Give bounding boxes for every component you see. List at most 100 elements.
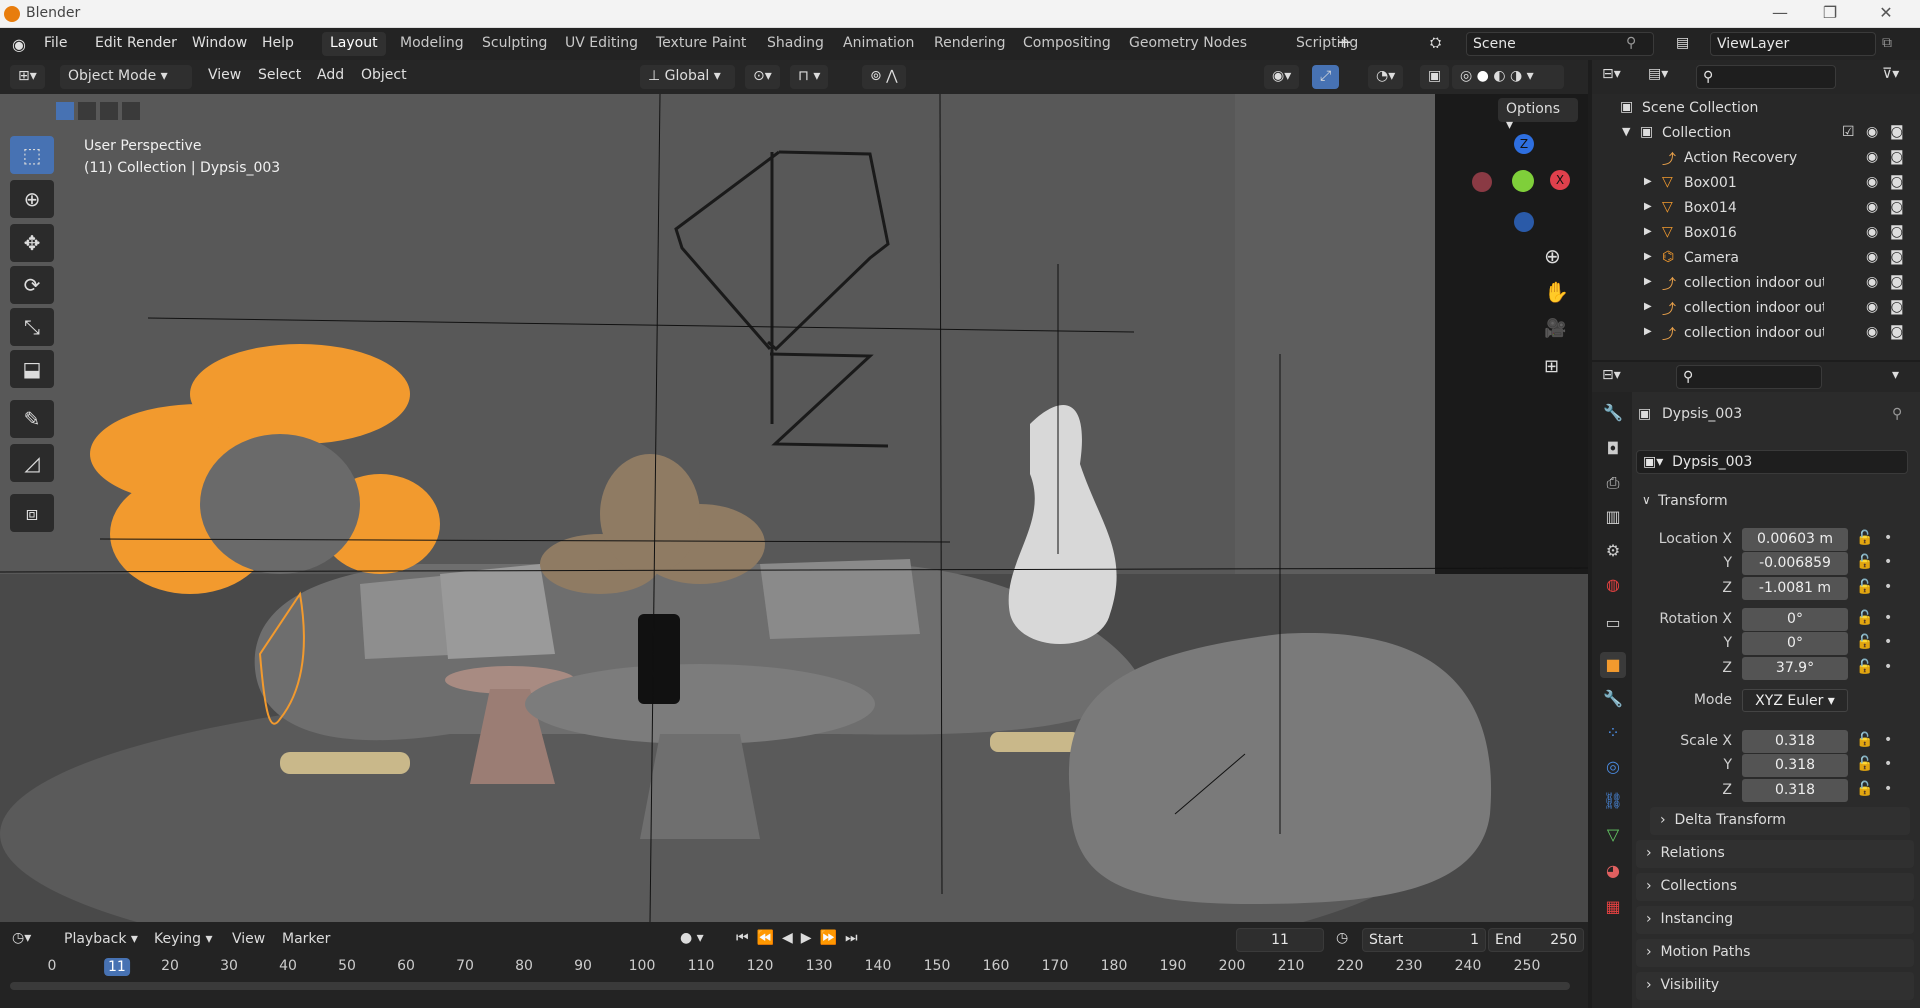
filter-icon[interactable]: ⊽▾ [1882,66,1899,82]
object-name-field[interactable]: ▣▾ Dypsis_003 [1636,450,1908,474]
transform-section-header[interactable]: ∨ Transform [1636,488,1914,516]
outliner-item[interactable]: ⤴ Action Recovery ◉ ◙ [1592,146,1920,171]
delta-transform-section[interactable]: › Delta Transform [1650,807,1910,835]
timeline-scrollbar[interactable] [10,982,1570,990]
new-view-layer-icon[interactable]: ⧉ [1882,35,1892,51]
props-search[interactable]: ⚲ [1676,365,1822,389]
collection-row[interactable]: ▼ ▣ Collection ☑ ◉ ◙ [1592,121,1920,146]
blender-menu-icon[interactable]: ◉ [12,35,26,54]
measure-tool[interactable]: ◿ [10,444,54,482]
collections-section[interactable]: › Collections [1636,873,1914,901]
constraints-tab-icon[interactable]: ⛓ [1600,788,1626,814]
editor-type-icon[interactable]: ⊞▾ [10,65,45,89]
select-new-icon[interactable] [56,102,74,120]
lock-icon[interactable]: 🔓 [1856,530,1873,546]
lock-icon[interactable]: 🔓 [1856,554,1873,570]
navigation-gizmo[interactable]: Z X [1470,134,1580,244]
start-frame-field[interactable]: Start 1 [1362,928,1486,952]
props-editor-icon[interactable]: ⊟▾ [1602,367,1621,383]
minimize-icon[interactable]: — [1760,3,1800,22]
playback-menu[interactable]: Playback ▾ [64,931,138,947]
outliner-item[interactable]: ▶ ▽ Box001 ◉ ◙ [1592,171,1920,196]
particles-tab-icon[interactable]: ⁘ [1600,720,1626,746]
outliner-item[interactable]: ▶ ▽ Box014 ◉ ◙ [1592,196,1920,221]
tab-modeling[interactable]: Modeling [392,32,472,56]
collection-tab-icon[interactable]: ▭ [1600,610,1626,636]
pin-icon[interactable]: ⚲ [1626,35,1636,51]
camera-render-icon[interactable]: ◙ [1890,199,1904,215]
scale-y-field[interactable]: 0.318 [1742,754,1848,777]
maximize-icon[interactable]: ❐ [1810,3,1850,22]
scene-collection-row[interactable]: ▣ Scene Collection [1592,96,1920,121]
outliner-item[interactable]: ▶ ⤴ collection indoor outd· ◉ ◙ [1592,321,1920,346]
scene-icon[interactable]: ⛭ [1430,35,1441,51]
render-tab-icon[interactable]: ◘ [1600,436,1626,462]
expand-icon[interactable]: ▶ [1644,226,1652,237]
expand-icon[interactable]: ▶ [1644,201,1652,212]
gizmo-icon[interactable]: ⤢ [1312,65,1340,89]
add-workspace-icon[interactable]: + [1337,32,1352,53]
expand-icon[interactable]: ▶ [1644,251,1652,262]
gizmo-neg-x[interactable] [1472,172,1492,192]
outliner-editor-icon[interactable]: ⊟▾ [1602,66,1621,82]
tab-scripting[interactable]: Scripting [1288,32,1366,56]
3d-viewport[interactable]: User Perspective (11) Collection | Dypsi… [0,94,1588,922]
marker-menu[interactable]: Marker [282,931,330,947]
camera-render-icon[interactable]: ◙ [1890,124,1904,140]
cursor-tool[interactable]: ⊕ [10,180,54,218]
tab-sculpting[interactable]: Sculpting [474,32,555,56]
keying-menu[interactable]: Keying ▾ [154,931,213,947]
keyframe-dot-icon[interactable]: • [1884,554,1892,570]
menu-window[interactable]: Window [192,35,247,51]
expand-icon[interactable]: ▶ [1644,276,1652,287]
timeline-editor-icon[interactable]: ◷▾ [12,930,31,946]
keyframe-dot-icon[interactable]: • [1884,610,1892,626]
add-cube-tool[interactable]: ⧈ [10,494,54,532]
world-tab-icon[interactable]: ◍ [1600,572,1626,598]
select-subtract-icon[interactable] [100,102,118,120]
visibility-section[interactable]: › Visibility [1636,972,1914,1000]
rotation-mode-dropdown[interactable]: XYZ Euler ▾ [1742,689,1848,712]
outliner-item[interactable]: ▶ ⤴ collection indoor outd· ◉ ◙ [1592,296,1920,321]
props-pin-icon[interactable]: ⚲ [1892,406,1902,422]
data-tab-icon[interactable]: ▽ [1600,822,1626,848]
props-options-icon[interactable]: ▾ [1892,367,1899,383]
playback-controls[interactable]: ⏮⏪◀▶⏩⏭ [736,930,866,946]
material-tab-icon[interactable]: ◕ [1600,858,1626,884]
keyframe-dot-icon[interactable]: • [1884,579,1892,595]
object-tab-icon[interactable]: ■ [1600,652,1626,678]
expand-icon[interactable]: ▶ [1644,326,1652,337]
camera-render-icon[interactable]: ◙ [1890,324,1904,340]
close-icon[interactable]: ✕ [1866,3,1906,22]
keyframe-dot-icon[interactable]: • [1884,781,1892,797]
camera-render-icon[interactable]: ◙ [1890,249,1904,265]
menu-object[interactable]: Object [361,67,407,83]
camera-render-icon[interactable]: ◙ [1890,149,1904,165]
mode-dropdown[interactable]: Object Mode ▾ [60,65,192,89]
view-layer-icon[interactable]: ▤ [1676,35,1689,51]
tab-geometry-nodes[interactable]: Geometry Nodes [1121,32,1255,56]
tab-animation[interactable]: Animation [835,32,922,56]
lock-icon[interactable]: 🔓 [1856,781,1873,797]
location-y-field[interactable]: -0.006859 [1742,552,1848,575]
location-z-field[interactable]: -1.0081 m [1742,577,1848,600]
lock-icon[interactable]: 🔓 [1856,732,1873,748]
gizmo-x-axis[interactable]: X [1550,170,1570,190]
expand-icon[interactable]: ▶ [1644,301,1652,312]
clock-icon[interactable]: ◷ [1336,930,1348,946]
orientation-dropdown[interactable]: ⊥ Global ▾ [640,65,735,89]
location-x-field[interactable]: 0.00603 m [1742,528,1848,551]
lock-icon[interactable]: 🔓 [1856,579,1873,595]
expand-icon[interactable]: ▼ [1622,125,1630,138]
pan-hand-icon[interactable]: ✋ [1544,280,1569,304]
timeline-view-menu[interactable]: View [232,931,265,947]
ortho-grid-icon[interactable]: ⊞ [1544,356,1559,377]
keyframe-dot-icon[interactable]: • [1884,756,1892,772]
relations-section[interactable]: › Relations [1636,840,1914,868]
rotation-y-field[interactable]: 0° [1742,632,1848,655]
menu-view[interactable]: View [208,67,241,83]
menu-add[interactable]: Add [317,67,344,83]
display-mode-icon[interactable]: ▤▾ [1648,66,1668,82]
keyframe-dot-icon[interactable]: • [1884,530,1892,546]
eye-icon[interactable]: ◉ [1866,124,1878,140]
